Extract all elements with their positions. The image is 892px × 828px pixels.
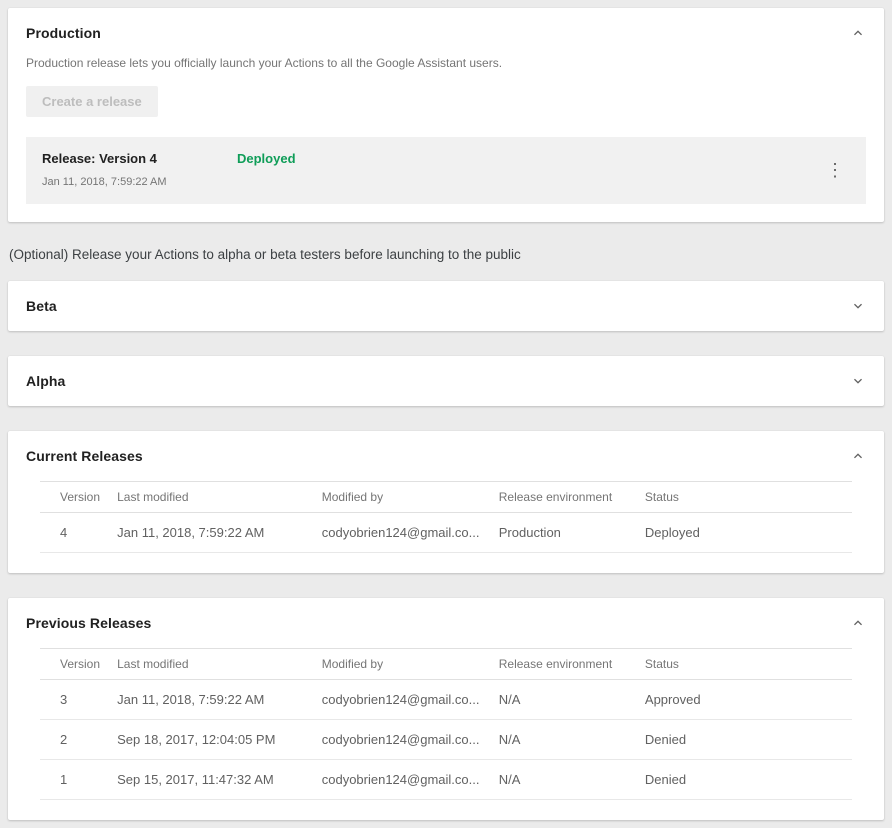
kebab-menu-icon[interactable]: ⋮	[818, 159, 852, 181]
table-cell: Denied	[645, 720, 852, 760]
column-header: Status	[645, 482, 852, 513]
table-cell: Approved	[645, 680, 852, 720]
column-header: Release environment	[499, 482, 645, 513]
current-releases-title: Current Releases	[26, 448, 143, 464]
release-item-main: Release: Version 4 Deployed Jan 11, 2018…	[42, 151, 296, 188]
beta-card-header[interactable]: Beta	[8, 281, 884, 331]
optional-note: (Optional) Release your Actions to alpha…	[9, 247, 884, 262]
chevron-down-icon[interactable]	[850, 298, 866, 314]
column-header: Modified by	[322, 482, 499, 513]
previous-releases-table: VersionLast modifiedModified byRelease e…	[40, 648, 852, 800]
table-cell: codyobrien124@gmail.co...	[322, 720, 499, 760]
table-cell: 3	[40, 680, 117, 720]
table-cell: 1	[40, 760, 117, 800]
table-row: 2Sep 18, 2017, 12:04:05 PMcodyobrien124@…	[40, 720, 852, 760]
create-release-button[interactable]: Create a release	[26, 86, 158, 117]
current-releases-table: VersionLast modifiedModified byRelease e…	[40, 481, 852, 553]
column-header: Last modified	[117, 482, 322, 513]
production-card-header[interactable]: Production	[8, 8, 884, 58]
production-card-body: Production release lets you officially l…	[8, 56, 884, 222]
table-cell: Production	[499, 513, 645, 553]
table-row: 1Sep 15, 2017, 11:47:32 AMcodyobrien124@…	[40, 760, 852, 800]
previous-releases-title: Previous Releases	[26, 615, 151, 631]
previous-releases-card: Previous Releases VersionLast modifiedMo…	[8, 598, 884, 820]
beta-title: Beta	[26, 298, 57, 314]
current-releases-card-header[interactable]: Current Releases	[8, 431, 884, 481]
production-description: Production release lets you officially l…	[26, 56, 866, 70]
table-header-row: VersionLast modifiedModified byRelease e…	[40, 482, 852, 513]
alpha-card-header[interactable]: Alpha	[8, 356, 884, 406]
table-cell: N/A	[499, 680, 645, 720]
table-cell: 4	[40, 513, 117, 553]
table-cell: codyobrien124@gmail.co...	[322, 513, 499, 553]
production-title: Production	[26, 25, 101, 41]
release-date: Jan 11, 2018, 7:59:22 AM	[42, 176, 296, 188]
table-cell: Sep 15, 2017, 11:47:32 AM	[117, 760, 322, 800]
table-header-row: VersionLast modifiedModified byRelease e…	[40, 649, 852, 680]
release-item: Release: Version 4 Deployed Jan 11, 2018…	[26, 137, 866, 204]
chevron-up-icon[interactable]	[850, 25, 866, 41]
table-cell: N/A	[499, 760, 645, 800]
chevron-down-icon[interactable]	[850, 373, 866, 389]
alpha-title: Alpha	[26, 373, 65, 389]
column-header: Status	[645, 649, 852, 680]
column-header: Version	[40, 482, 117, 513]
chevron-up-icon[interactable]	[850, 615, 866, 631]
table-cell: codyobrien124@gmail.co...	[322, 680, 499, 720]
column-header: Modified by	[322, 649, 499, 680]
previous-releases-card-header[interactable]: Previous Releases	[8, 598, 884, 648]
release-title: Release: Version 4	[42, 151, 237, 166]
table-cell: N/A	[499, 720, 645, 760]
table-cell: Deployed	[645, 513, 852, 553]
production-card: Production Production release lets you o…	[8, 8, 884, 222]
releases-page: Production Production release lets you o…	[0, 0, 892, 828]
previous-releases-table-wrap: VersionLast modifiedModified byRelease e…	[8, 648, 884, 820]
column-header: Release environment	[499, 649, 645, 680]
chevron-up-icon[interactable]	[850, 448, 866, 464]
current-releases-card: Current Releases VersionLast modifiedMod…	[8, 431, 884, 573]
current-releases-table-wrap: VersionLast modifiedModified byRelease e…	[8, 481, 884, 573]
table-cell: Jan 11, 2018, 7:59:22 AM	[117, 680, 322, 720]
alpha-card: Alpha	[8, 356, 884, 406]
column-header: Version	[40, 649, 117, 680]
table-cell: 2	[40, 720, 117, 760]
table-cell: codyobrien124@gmail.co...	[322, 760, 499, 800]
table-row: 3Jan 11, 2018, 7:59:22 AMcodyobrien124@g…	[40, 680, 852, 720]
table-cell: Jan 11, 2018, 7:59:22 AM	[117, 513, 322, 553]
table-cell: Sep 18, 2017, 12:04:05 PM	[117, 720, 322, 760]
column-header: Last modified	[117, 649, 322, 680]
beta-card: Beta	[8, 281, 884, 331]
table-row: 4Jan 11, 2018, 7:59:22 AMcodyobrien124@g…	[40, 513, 852, 553]
release-status: Deployed	[237, 151, 296, 166]
table-cell: Denied	[645, 760, 852, 800]
